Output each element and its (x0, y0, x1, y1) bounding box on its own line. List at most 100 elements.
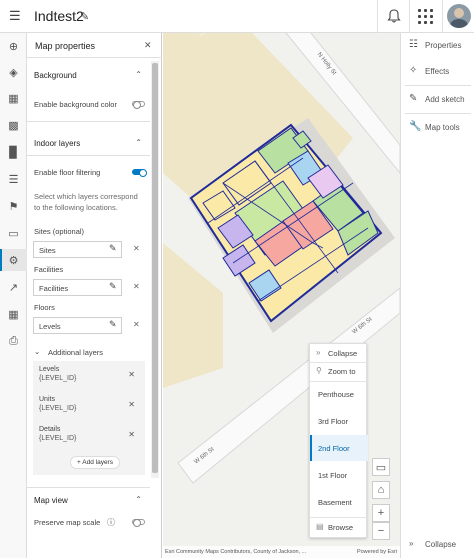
zoom-to-icon: ⚲ (316, 366, 322, 375)
floor-filter-label: Enable floor filtering (34, 168, 101, 177)
preserve-scale-label: Preserve map scale (34, 518, 101, 527)
close-icon[interactable]: ✕ (144, 40, 152, 51)
collapse-label: Collapse (425, 540, 457, 549)
close-icon[interactable]: ✕ (128, 430, 135, 439)
floor-option[interactable]: Penthouse (310, 381, 368, 407)
sparkle-icon: ✧ (409, 65, 418, 76)
chevron-up-icon: ⌃ (135, 495, 142, 504)
floor-option[interactable]: Basement (310, 489, 368, 515)
indoor-section-header[interactable]: Indoor layers ⌃ (27, 131, 150, 155)
share-icon[interactable]: ↗ (0, 276, 27, 298)
divider (27, 121, 150, 122)
enable-bg-color-label: Enable background color (34, 100, 117, 109)
collapse-toolbar-button[interactable]: » Collapse (401, 535, 474, 555)
floor-option-selected[interactable]: 2nd Floor (310, 435, 368, 461)
right-toolbar: ☷ Properties ✧ Effects ✎ Add sketch 🔧 Ma… (400, 33, 474, 558)
pencil-icon[interactable]: ✎ (109, 243, 117, 254)
zoom-to-button[interactable]: ⚲ Zoom to (310, 363, 368, 380)
section-label: Indoor layers (34, 139, 81, 148)
zoom-out-icon[interactable]: − (372, 522, 390, 540)
pencil-icon[interactable]: ✎ (109, 319, 117, 330)
floor-filter-toggle[interactable] (132, 169, 147, 177)
add-icon[interactable]: ⊕ (0, 35, 27, 57)
chevron-down-icon[interactable]: ⌄ (34, 347, 40, 356)
left-toolbar: ⊕ ◈ ▦ ▩ ▉ ☰ ⚑ ▭ ⚙ ↗ ▦ ⎙ (0, 33, 27, 558)
avatar[interactable] (447, 4, 471, 28)
close-icon[interactable]: ✕ (133, 320, 140, 329)
wrench-icon: 🔧 (409, 121, 422, 132)
collapse-button[interactable]: » Collapse (310, 345, 368, 362)
list-item[interactable]: Details {LEVEL_ID} ✕ (33, 423, 145, 451)
background-section-header[interactable]: Background ⌃ (27, 63, 150, 87)
panel-content: Background ⌃ Enable background color Ind… (27, 58, 150, 558)
divider (27, 155, 150, 156)
widgets-grid-icon[interactable]: ▩ (0, 114, 27, 136)
floor-label: 3rd Floor (318, 417, 349, 426)
mapview-section-header[interactable]: Map view ⌃ (27, 488, 150, 512)
add-layers-label: Add layers (82, 459, 113, 466)
map-properties-panel: Map properties ✕ Background ⌃ Enable bac… (27, 33, 162, 558)
apps-grid-icon[interactable]: ▦ (0, 303, 27, 325)
additional-layers-label[interactable]: Additional layers (48, 348, 103, 357)
header-divider (377, 0, 378, 33)
powered-by-text[interactable]: Powered by Esri (357, 549, 397, 555)
sites-value: Sites (39, 246, 56, 255)
browse-label: Browse (328, 523, 354, 532)
add-layers-button[interactable]: + Add layers (70, 456, 120, 469)
pencil-icon[interactable]: ✎ (109, 281, 117, 292)
app-header: ☰ Indtest2 ✎ (0, 0, 474, 33)
preserve-scale-toggle[interactable] (132, 519, 145, 527)
properties-button[interactable]: ☷ Properties (401, 33, 474, 57)
bell-icon[interactable] (386, 8, 402, 24)
scrollbar-thumb[interactable] (152, 63, 158, 473)
screen-icon[interactable]: ▭ (372, 458, 390, 476)
list-item[interactable]: Levels {LEVEL_ID} ✕ (33, 363, 145, 391)
attribution-bar: Esri Community Maps Contributors, County… (163, 546, 400, 558)
home-icon[interactable]: ⌂ (372, 481, 390, 499)
ground-block (163, 243, 223, 388)
apps-icon[interactable] (418, 9, 433, 24)
map-title: Indtest2 (34, 8, 84, 24)
floor-label: Basement (318, 498, 352, 507)
additional-layers-list: Levels {LEVEL_ID} ✕ Units {LEVEL_ID} ✕ D… (33, 361, 145, 475)
building-icon: ▤ (316, 522, 324, 531)
divider (405, 113, 471, 114)
floor-label: Penthouse (318, 390, 354, 399)
close-icon[interactable]: ✕ (133, 282, 140, 291)
section-label: Map view (34, 496, 68, 505)
close-icon[interactable]: ✕ (128, 370, 135, 379)
browse-button[interactable]: ▤ Browse (310, 519, 368, 536)
print-icon[interactable]: ⎙ (0, 330, 27, 352)
layers-icon[interactable]: ◈ (0, 61, 27, 83)
add-sketch-button[interactable]: ✎ Add sketch (401, 87, 474, 111)
zoom-in-icon[interactable]: + (372, 504, 390, 522)
layer-field: {LEVEL_ID} (39, 375, 77, 382)
media-icon[interactable]: ▭ (0, 222, 27, 244)
gear-icon[interactable]: ⚙ (0, 249, 27, 271)
indoor-help-text: Select which layers correspond to the fo… (34, 192, 138, 212)
chevron-up-icon: ⌃ (135, 138, 142, 147)
list-item[interactable]: Units {LEVEL_ID} ✕ (33, 393, 145, 421)
bookmark-icon[interactable]: ⚑ (0, 195, 27, 217)
close-icon[interactable]: ✕ (128, 400, 135, 409)
facilities-label: Facilities (34, 265, 64, 274)
menu-icon[interactable]: ☰ (9, 9, 23, 23)
bg-color-toggle[interactable] (132, 101, 145, 109)
divider (310, 517, 368, 518)
effects-button[interactable]: ✧ Effects (401, 59, 474, 83)
map-tools-button[interactable]: 🔧 Map tools (401, 115, 474, 139)
floors-label: Floors (34, 303, 55, 312)
floor-option[interactable]: 3rd Floor (310, 408, 368, 434)
effects-label: Effects (425, 67, 450, 76)
layer-field: {LEVEL_ID} (39, 435, 77, 442)
close-icon[interactable]: ✕ (133, 244, 140, 253)
info-icon[interactable]: ⓘ (107, 517, 115, 528)
collapse-label: Collapse (328, 349, 358, 358)
attribution-text[interactable]: Esri Community Maps Contributors, County… (165, 549, 306, 555)
edit-title-icon[interactable]: ✎ (80, 10, 89, 23)
table-icon[interactable]: ▦ (0, 87, 27, 109)
floor-option[interactable]: 1st Floor (310, 462, 368, 488)
bar-chart-icon[interactable]: ▉ (0, 141, 27, 163)
legend-icon[interactable]: ☰ (0, 168, 27, 190)
chevron-up-icon: ⌃ (135, 70, 142, 79)
